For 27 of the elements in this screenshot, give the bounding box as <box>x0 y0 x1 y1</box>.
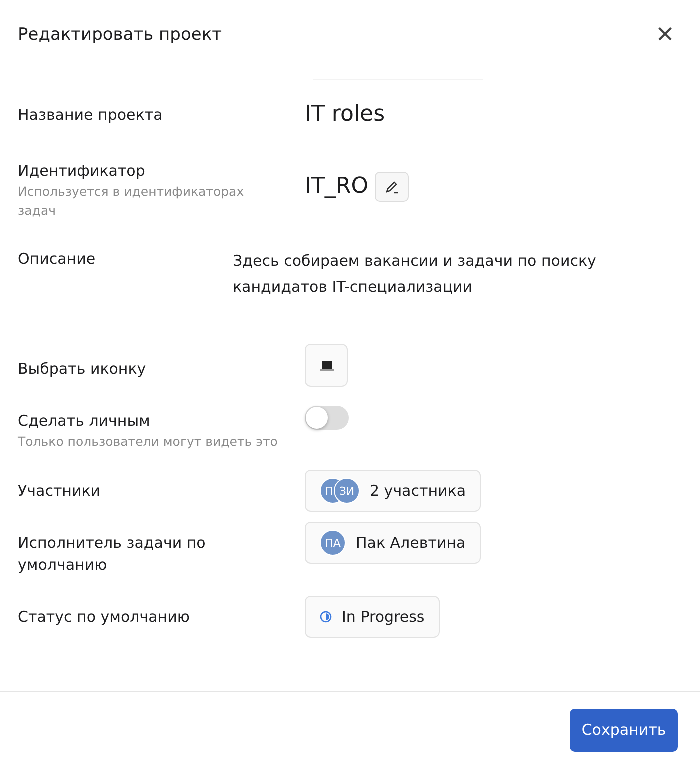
assignee-button[interactable]: ПА Пак Алевтина <box>305 522 481 564</box>
field-label: Исполнитель задачи по умолчанию <box>18 533 207 576</box>
field-label: Статус по умолчанию <box>18 607 191 628</box>
members-button[interactable]: П ЗИ 2 участника <box>305 470 482 512</box>
edit-button[interactable] <box>374 172 409 202</box>
field-label: Идентификатор <box>18 161 146 182</box>
icon-picker[interactable] <box>305 344 348 387</box>
project-name: IT roles <box>305 102 386 127</box>
close-button[interactable]: × <box>656 22 674 48</box>
dialog-title: Редактировать проект <box>18 25 222 45</box>
field-label: Описание <box>18 249 97 270</box>
status-button[interactable]: In Progress <box>305 596 440 638</box>
field-label: Сделать личным <box>18 411 152 432</box>
project-description: Здесь собираем вакансии и задачи по поиску кандидатов IT-специализации <box>233 251 598 298</box>
field-label: Выбрать иконку <box>18 359 148 380</box>
field-label: Название проекта <box>18 105 164 126</box>
field-hint: Только пользователи могут видеть это <box>18 433 278 451</box>
private-toggle[interactable] <box>305 406 349 430</box>
half-circle-icon <box>320 611 332 623</box>
save-button[interactable]: Сохранить <box>570 708 678 752</box>
pencil-icon <box>384 179 400 195</box>
avatar: ПА <box>320 530 346 556</box>
avatar: ЗИ <box>334 478 360 504</box>
field-label: Участники <box>18 481 102 502</box>
project-identifier: IT_RO <box>305 173 369 201</box>
laptop-icon <box>320 360 334 372</box>
field-hint: Используется в идентификаторах задач <box>18 183 246 220</box>
